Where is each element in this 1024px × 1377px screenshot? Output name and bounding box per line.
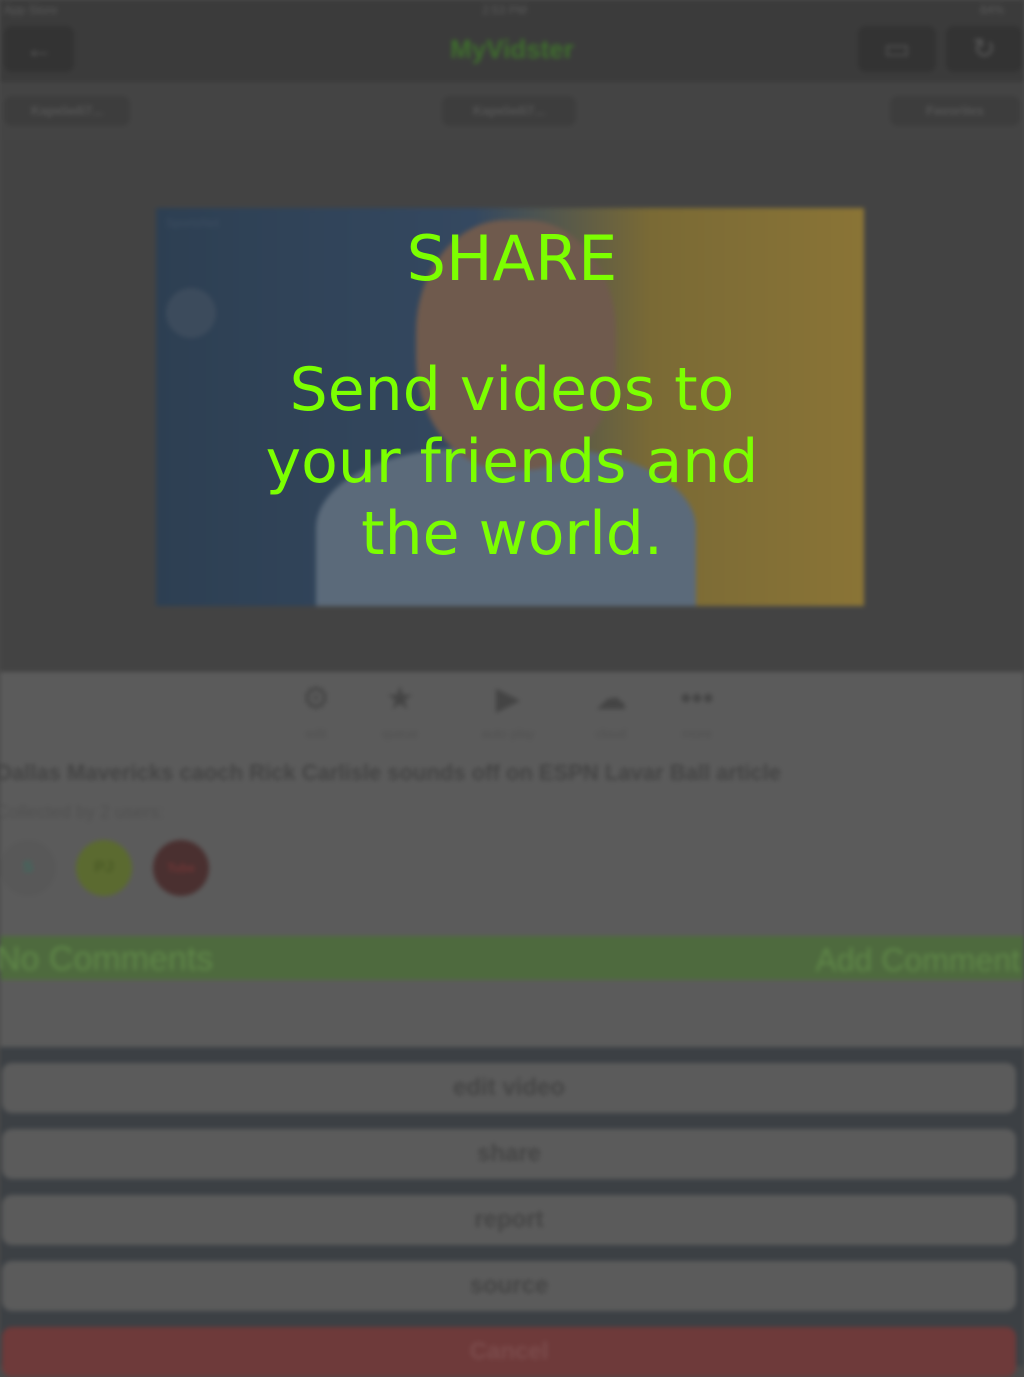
more-icon: •••	[680, 680, 714, 716]
action-label: more	[682, 726, 712, 741]
action-queue[interactable]: ★ queue	[365, 678, 435, 741]
cast-icon: ▭	[883, 33, 911, 64]
source-button[interactable]: source	[2, 1261, 1016, 1311]
cloud-icon: ☁	[595, 680, 627, 716]
avatar[interactable]: Tube	[153, 840, 209, 896]
video-area: SportsNet	[0, 140, 1024, 672]
action-auto-play[interactable]: ▶ auto play	[468, 678, 548, 741]
app-background: App Store 2:53 PM 84% ← MyVidster ▭ ↻ Ka…	[0, 0, 1024, 1377]
action-sheet: edit video share report source Cancel	[0, 1047, 1024, 1377]
refresh-button[interactable]: ↻	[946, 26, 1022, 72]
tab-2[interactable]: Kapeladi7...	[442, 96, 576, 126]
tab-1[interactable]: Kapeladi7...	[4, 96, 130, 126]
add-comment-link[interactable]: Add Comment	[815, 942, 1020, 979]
video-figure-head	[416, 220, 616, 470]
action-cloud[interactable]: ☁ cloud	[576, 678, 646, 741]
cancel-button[interactable]: Cancel	[2, 1327, 1016, 1377]
video-title: Dallas Mavericks caoch Rick Carlisle sou…	[0, 760, 781, 785]
status-battery: 84%	[979, 3, 1004, 17]
refresh-icon: ↻	[972, 33, 996, 64]
status-bar: App Store 2:53 PM 84%	[0, 0, 1024, 20]
avatar[interactable]: PJ	[76, 840, 132, 896]
nav-bar: ← MyVidster ▭ ↻	[0, 20, 1024, 82]
action-edit[interactable]: ⚙ edit	[281, 678, 351, 741]
video-player[interactable]: SportsNet	[156, 208, 864, 606]
play-icon: ▶	[495, 680, 521, 716]
action-label: auto play	[481, 726, 535, 741]
star-icon: ★	[385, 680, 415, 716]
video-figure-body	[316, 448, 696, 606]
video-details: ⚙ edit ★ queue ▶ auto play ☁ cloud ••• m…	[0, 672, 1024, 1047]
action-label: queue	[381, 726, 419, 741]
tab-favorites[interactable]: Favorites	[890, 96, 1020, 126]
collected-by-label: Collected by 2 users:	[0, 802, 165, 822]
video-logo	[166, 288, 216, 338]
action-label: cloud	[595, 726, 627, 741]
comments-bar: No Comments Add Comment	[0, 936, 1024, 980]
action-more[interactable]: ••• more	[662, 678, 732, 741]
cast-button[interactable]: ▭	[858, 26, 936, 72]
gear-icon: ⚙	[301, 680, 331, 716]
share-button[interactable]: share	[2, 1129, 1016, 1179]
comments-count: No Comments	[0, 940, 214, 978]
tab-bar: Kapeladi7... Kapeladi7... Favorites	[0, 82, 1024, 140]
avatar[interactable]: S	[0, 840, 56, 896]
status-time: 2:53 PM	[482, 3, 527, 17]
report-button[interactable]: report	[2, 1195, 1016, 1245]
status-carrier: App Store	[4, 3, 58, 17]
action-label: edit	[305, 726, 327, 741]
edit-video-button[interactable]: edit video	[2, 1063, 1016, 1113]
video-caption: SportsNet	[166, 216, 220, 230]
